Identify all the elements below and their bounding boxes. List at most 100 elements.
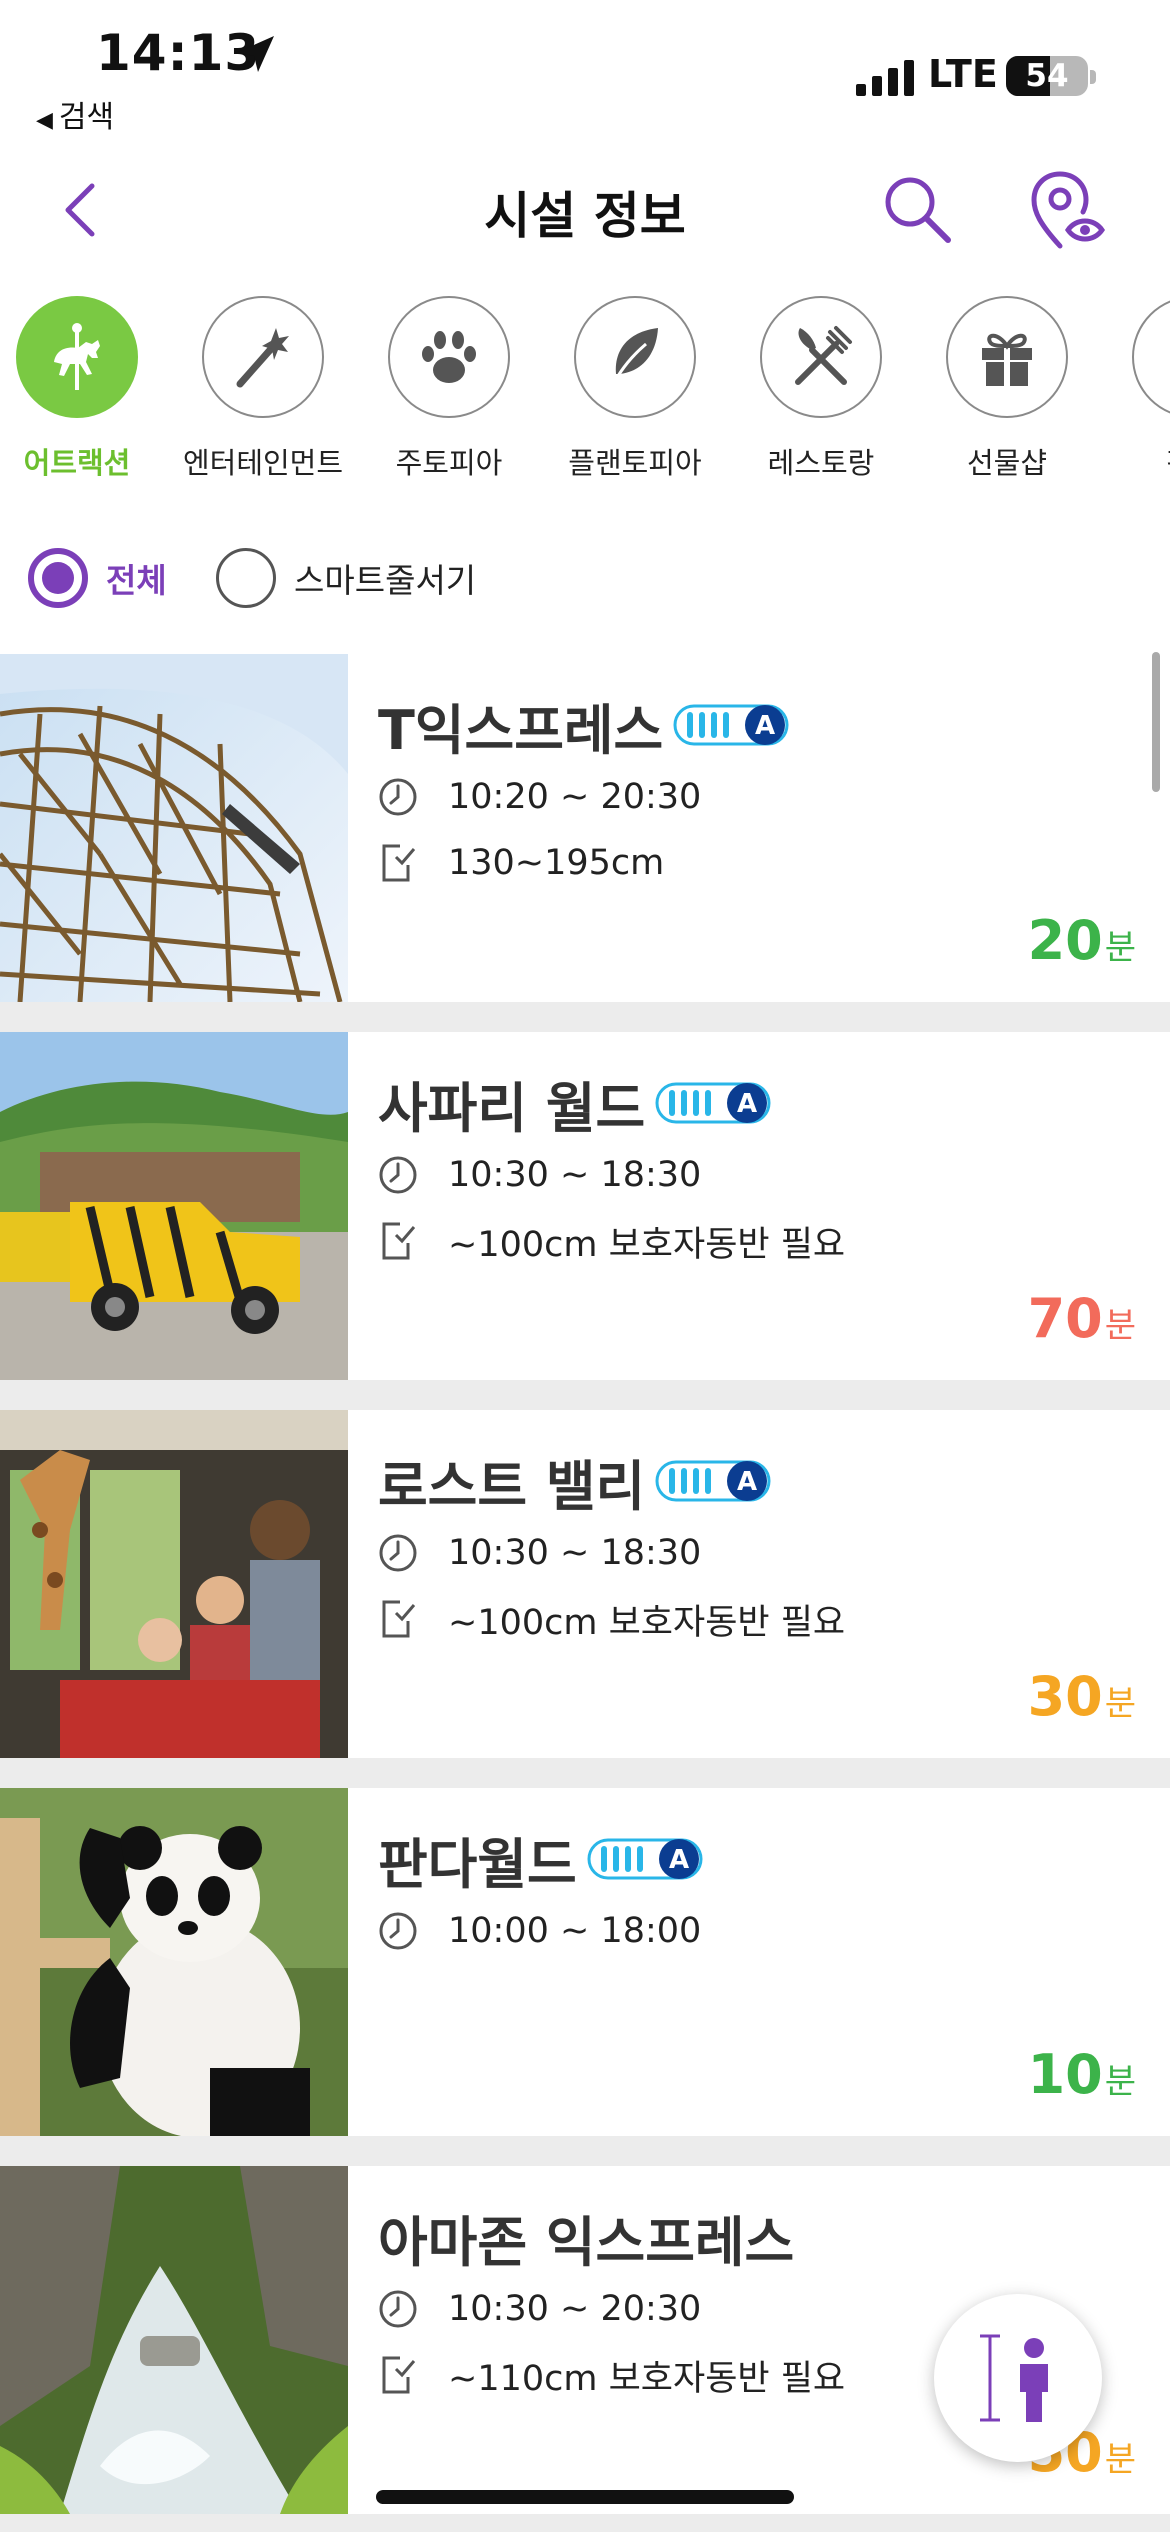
- carousel-horse-icon: [54, 323, 100, 390]
- category-label: 주토피아: [395, 446, 503, 480]
- category-attraction[interactable]: 어트랙션: [0, 296, 170, 482]
- hours-row: 10:30 ~ 20:30: [378, 2286, 701, 2332]
- hours-row: 10:30 ~ 18:30: [378, 1530, 701, 1576]
- category-convenience[interactable]: 편의: [1100, 296, 1170, 482]
- filter-label: 전체: [106, 561, 167, 600]
- attraction-title-row: 사파리 월드 A: [378, 1068, 771, 1140]
- wait-time: 10분: [1028, 2043, 1136, 2106]
- height-row: ~100cm 보호자동반 필요: [378, 1596, 845, 1643]
- category-icon-circle: [574, 296, 696, 418]
- gift-icon: [982, 333, 1032, 386]
- filter-smart-queue-radio[interactable]: 스마트줄서기: [216, 548, 476, 608]
- height-check-icon: [382, 1222, 416, 1260]
- magic-wand-icon: [236, 328, 289, 388]
- category-icon-circle: [946, 296, 1068, 418]
- category-label: 선물샵: [966, 446, 1048, 480]
- wait-unit: 분: [1104, 1684, 1136, 1724]
- panda-photo: [0, 1788, 348, 2136]
- safari-truck-photo: [0, 1032, 348, 1380]
- filter-all-radio[interactable]: 전체: [28, 548, 167, 608]
- attraction-name: 사파리 월드: [378, 1076, 646, 1140]
- height-check-icon: [382, 2356, 416, 2394]
- attraction-name: T익스프레스: [378, 698, 664, 762]
- wait-number: 30: [1027, 1665, 1103, 1728]
- attraction-name: 로스트 밸리: [378, 1454, 646, 1518]
- attraction-list: T익스프레스 A 10:20 ~ 20:30 130~195cm 20분 사파리…: [0, 654, 1170, 2532]
- accessibility-badge-icon: A: [673, 702, 789, 748]
- hours-row: 10:30 ~ 18:30: [378, 1152, 701, 1198]
- attraction-item[interactable]: 사파리 월드 A 10:30 ~ 18:30 ~100cm 보호자동반 필요 7…: [0, 1032, 1170, 1380]
- radio-empty-icon: [216, 548, 276, 608]
- home-indicator[interactable]: [376, 2490, 794, 2504]
- battery-icon: 54: [1006, 56, 1088, 96]
- attraction-thumbnail: [0, 2166, 348, 2514]
- attraction-item[interactable]: 판다월드 A 10:00 ~ 18:00 10분: [0, 1788, 1170, 2136]
- giraffe-bus-photo: [0, 1410, 348, 1758]
- category-icon-circle: [202, 296, 324, 418]
- accessibility-badge-icon: A: [587, 1836, 703, 1882]
- svg-text:A: A: [755, 711, 775, 741]
- attraction-hours: 10:30 ~ 20:30: [448, 2289, 702, 2329]
- category-entertainment[interactable]: 엔터테인먼트: [170, 296, 356, 482]
- wait-time: 20분: [1028, 909, 1136, 972]
- paw-icon: [422, 331, 476, 383]
- attraction-height: ~100cm 보호자동반 필요: [448, 1224, 846, 1265]
- attraction-height: 130~195cm: [448, 843, 665, 883]
- app-header: 시설 정보: [0, 150, 1170, 270]
- back-to-search-link[interactable]: ◀ 검색: [36, 92, 114, 136]
- rafting-photo: [0, 2166, 348, 2514]
- wait-time: 30분: [1028, 1665, 1136, 1728]
- attraction-hours: 10:20 ~ 20:30: [448, 777, 702, 817]
- search-icon[interactable]: [878, 170, 956, 248]
- clock-icon: [379, 778, 417, 816]
- category-label: 편의: [1100, 440, 1170, 482]
- clock-icon: [379, 2290, 417, 2328]
- height-check-icon: [382, 844, 416, 882]
- category-plantopia[interactable]: 플랜토피아: [542, 296, 728, 482]
- category-label: 플랜토피아: [568, 446, 702, 480]
- hours-row: 10:00 ~ 18:00: [378, 1908, 701, 1954]
- page-title: 시설 정보: [484, 187, 686, 245]
- clock-icon: [379, 1156, 417, 1194]
- clock-icon: [379, 1534, 417, 1572]
- cellular-signal-icon: [856, 60, 914, 96]
- attraction-title-row: 판다월드 A: [378, 1824, 703, 1896]
- accessibility-badge-icon: A: [655, 1458, 771, 1504]
- wait-time: 70분: [1028, 1287, 1136, 1350]
- svg-text:A: A: [669, 1845, 689, 1875]
- battery-tip: [1090, 70, 1096, 84]
- attraction-name: 아마존 익스프레스: [378, 2210, 795, 2274]
- attraction-name: 판다월드: [378, 1832, 577, 1896]
- scroll-indicator[interactable]: [1152, 652, 1160, 792]
- height-check-icon: [382, 1600, 416, 1638]
- svg-text:A: A: [737, 1089, 757, 1119]
- attraction-item[interactable]: T익스프레스 A 10:20 ~ 20:30 130~195cm 20분: [0, 654, 1170, 1002]
- fork-knife-icon: [795, 326, 852, 385]
- attraction-hours: 10:30 ~ 18:30: [448, 1155, 702, 1195]
- clock-icon: [379, 1912, 417, 1950]
- wait-number: 10: [1027, 2043, 1103, 2106]
- battery-percent: 54: [1025, 58, 1069, 94]
- attraction-item[interactable]: 로스트 밸리 A 10:30 ~ 18:30 ~100cm 보호자동반 필요 3…: [0, 1410, 1170, 1758]
- back-triangle-icon: ◀: [36, 108, 53, 133]
- height-check-button[interactable]: [934, 2294, 1102, 2462]
- height-measure-icon: [980, 2334, 1048, 2422]
- height-row: 130~195cm: [378, 840, 664, 886]
- category-gift-shop[interactable]: 선물샵: [914, 296, 1100, 482]
- accessibility-badge-icon: A: [655, 1080, 771, 1126]
- category-zootopia[interactable]: 주토피아: [356, 296, 542, 482]
- category-restaurant[interactable]: 레스토랑: [728, 296, 914, 482]
- radio-selected-icon: [28, 548, 88, 608]
- attraction-thumbnail: [0, 1032, 348, 1380]
- attraction-hours: 10:30 ~ 18:30: [448, 1533, 702, 1573]
- network-type: LTE: [928, 52, 998, 96]
- leaf-icon: [610, 328, 658, 387]
- attraction-thumbnail: [0, 1788, 348, 2136]
- category-icon-circle: [760, 296, 882, 418]
- svg-text:A: A: [737, 1467, 757, 1497]
- category-tabs: 어트랙션 엔터테인먼트 주토피아 플랜토피아 레스토랑 선물샵: [0, 296, 1170, 486]
- height-row: ~100cm 보호자동반 필요: [378, 1218, 846, 1265]
- attraction-title-row: 로스트 밸리 A: [378, 1446, 771, 1518]
- map-pin-view-icon[interactable]: [1026, 168, 1106, 252]
- wait-number: 70: [1027, 1287, 1103, 1350]
